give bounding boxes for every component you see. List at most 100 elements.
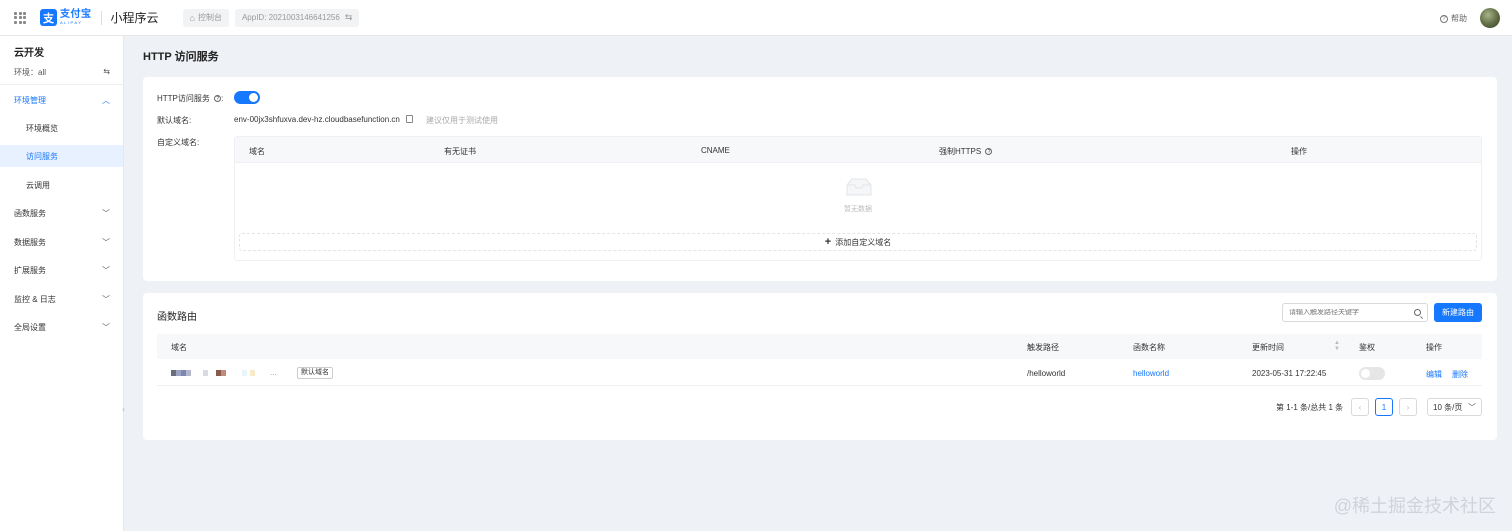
collapse-sidebar-icon[interactable]: ‹ [122,404,125,414]
user-avatar[interactable] [1480,8,1500,28]
chevron-down-icon: ﹀ [102,323,110,332]
table-row: ... 默认域名 /helloworld helloworld 2023-05-… [157,360,1482,386]
logo-cn-text: 支付宝 [60,9,92,20]
column-header: 强制HTTPS ? [939,146,993,157]
logo-en-text: ALIPAY [60,20,83,25]
apps-grid-icon[interactable] [14,11,26,24]
chevron-up-icon: ︿ [102,96,110,105]
sidebar: 云开发 环境：all ⇆ 环境管理 ︿ 环境概览 访问服务 云调用 函数服务 ﹀… [0,36,125,531]
sidebar-item-extension-service[interactable]: 扩展服务 ﹀ [14,265,110,276]
logo-divider [100,10,102,25]
sidebar-item-label: 访问服务 [26,151,58,161]
custom-domain-table: 域名 有无证书 CNAME 强制HTTPS ? 操作 暂无数据 + 添加自定义域… [234,136,1482,261]
appid-switcher[interactable]: AppID: 2021003146641256 ⇆ [234,8,360,27]
help-link[interactable]: ? 帮助 [1440,13,1467,24]
help-icon: ? [1440,14,1448,23]
sidebar-item-label: 全局设置 [14,323,46,332]
http-service-card: HTTP访问服务 ?: 默认域名: env-00jx3shfuxva.dev-h… [143,77,1497,281]
home-icon: ⌂ [189,12,195,23]
sidebar-title: 云开发 [14,48,44,59]
copy-icon[interactable] [406,115,413,123]
sidebar-item-label: 扩展服务 [14,266,46,275]
empty-text: 暂无数据 [844,206,872,213]
route-search[interactable] [1282,303,1428,322]
route-path: /helloworld [1027,369,1066,378]
product-name: 小程序云 [110,11,159,25]
watermark: @稀土掘金技术社区 [1333,496,1496,516]
function-routes-card: 函数路由 新建路由 域名 触发路径 函数名称 更新时间 ▲▼ 鉴权 操作 ...… [143,293,1497,440]
column-header: 函数名称 [1133,343,1165,352]
help-label: 帮助 [1451,14,1467,23]
sidebar-item-access-service[interactable]: 访问服务 [0,145,123,167]
delete-link[interactable]: 删除 [1452,369,1468,380]
edit-link[interactable]: 编辑 [1426,369,1442,380]
table-header: 域名 有无证书 CNAME 强制HTTPS ? 操作 [235,137,1481,163]
function-name-link[interactable]: helloworld [1133,369,1169,378]
switch-icon: ⇆ [103,67,110,76]
page-title: HTTP 访问服务 [143,51,219,63]
page-size-label: 10 条/页 [1433,402,1463,412]
sidebar-item-function-service[interactable]: 函数服务 ﹀ [14,208,110,219]
column-header: 更新时间 [1252,343,1284,352]
default-domain-tag: 默认域名 [297,367,333,379]
add-domain-label: 添加自定义域名 [835,237,892,247]
next-page-button[interactable]: › [1399,398,1417,416]
sort-icon[interactable]: ▲ ▼ [1334,340,1340,352]
chevron-down-icon: ﹀ [102,209,110,218]
column-header: 有无证书 [444,147,476,156]
column-header: 鉴权 [1359,343,1375,352]
column-header: 触发路径 [1027,343,1059,352]
plus-icon: + [824,236,832,248]
column-header: 操作 [1426,343,1442,352]
appid-label: AppID: 2021003146641256 [241,13,340,22]
column-header: 域名 [171,343,187,352]
chevron-right-icon: › [1406,402,1410,412]
console-button[interactable]: ⌂ 控制台 [182,8,229,27]
column-header: 域名 [249,147,265,156]
search-icon[interactable] [1414,309,1421,316]
env-label: 环境：all [14,68,47,77]
chevron-down-icon: ﹀ [102,238,110,247]
chevron-down-icon: ﹀ [1468,402,1476,412]
sidebar-item-env-management[interactable]: 环境管理 ︿ [14,95,110,106]
page-size-select[interactable]: 10 条/页 ﹀ [1427,398,1482,416]
routes-title: 函数路由 [157,312,197,323]
custom-domain-label: 自定义域名: [157,138,200,147]
updated-time: 2023-05-31 17:22:45 [1252,369,1327,378]
alipay-logo-icon: 支 [40,9,57,26]
chevron-down-icon: ﹀ [102,295,110,304]
alipay-logo[interactable]: 支 支付宝 ALIPAY [40,9,92,26]
default-domain-value: env-00jx3shfuxva.dev-hz.cloudbasefunctio… [234,115,400,124]
help-icon[interactable]: ? [985,148,993,156]
http-service-toggle[interactable] [234,91,260,104]
sidebar-item-global-settings[interactable]: 全局设置 ﹀ [14,322,110,333]
switch-icon: ⇆ [344,12,353,22]
chevron-down-icon: ﹀ [102,266,110,275]
chevron-left-icon: ‹ [1358,402,1362,412]
add-custom-domain-button[interactable]: + 添加自定义域名 [239,233,1477,251]
column-header: 操作 [1291,147,1307,156]
domain-ellipsis: ... [270,368,277,377]
sidebar-item-label: 环境管理 [14,96,46,105]
page-number-button[interactable]: 1 [1375,398,1393,416]
search-input[interactable] [1289,309,1409,316]
prev-page-button[interactable]: ‹ [1351,398,1369,416]
empty-box-icon [846,178,872,196]
sidebar-item-label: 函数服务 [14,209,46,218]
sidebar-item-label: 监控 & 日志 [14,295,56,304]
sidebar-item-cloud-call[interactable]: 云调用 [0,174,123,196]
sidebar-item-label: 环境概览 [26,123,58,133]
top-bar: 支 支付宝 ALIPAY 小程序云 ⌂ 控制台 AppID: 202100314… [0,0,1512,36]
sidebar-item-env-overview[interactable]: 环境概览 [0,117,123,139]
sidebar-item-label: 数据服务 [14,238,46,247]
sidebar-item-label: 云调用 [26,180,50,190]
new-route-button[interactable]: 新建路由 [1434,303,1482,322]
table-header: 域名 触发路径 函数名称 更新时间 ▲ ▼ 鉴权 操作 [157,334,1482,359]
default-domain-label: 默认域名: [157,116,192,125]
env-switcher[interactable]: 环境：all ⇆ [14,67,110,78]
domain-hint: 建议仅用于测试使用 [426,116,498,125]
masked-domain [171,370,259,376]
auth-toggle[interactable] [1359,367,1385,380]
sidebar-item-monitor-log[interactable]: 监控 & 日志 ﹀ [14,294,110,305]
sidebar-item-data-service[interactable]: 数据服务 ﹀ [14,237,110,248]
